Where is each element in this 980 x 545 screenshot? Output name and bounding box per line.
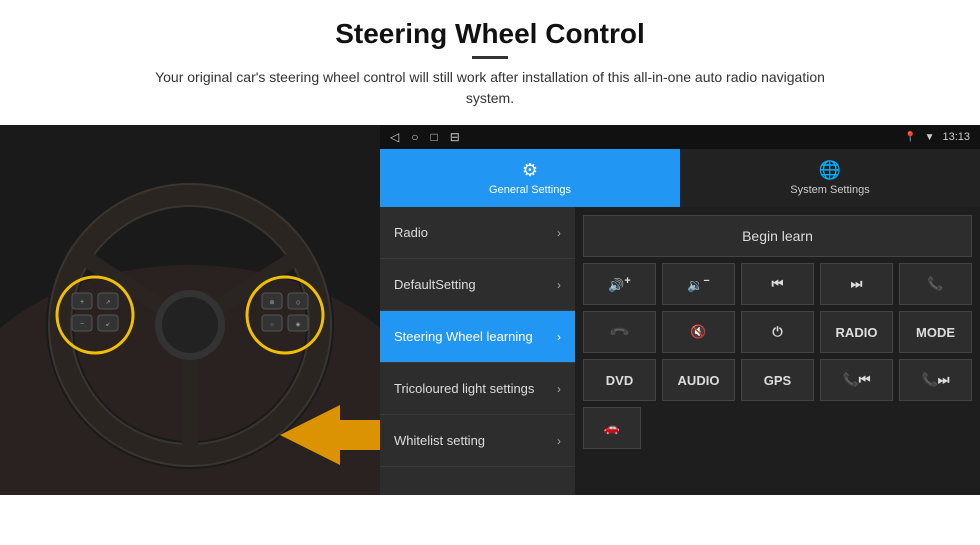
content-area: Radio › DefaultSetting › Steering Wheel … — [380, 207, 980, 495]
chevron-icon: › — [557, 278, 561, 292]
next-icon: ⏭ — [851, 276, 863, 292]
gps-label: GPS — [764, 373, 791, 388]
tabs-row: ⚙ General Settings 🌐 System Settings — [380, 149, 980, 207]
power-button[interactable]: ⏻ — [741, 311, 814, 353]
dvd-button[interactable]: DVD — [583, 359, 656, 401]
menu-item-radio[interactable]: Radio › — [380, 207, 575, 259]
menu-item-tricoloured[interactable]: Tricoloured light settings › — [380, 363, 575, 415]
dvd-label: DVD — [606, 373, 633, 388]
page-title: Steering Wheel Control — [0, 18, 980, 50]
mute-button[interactable]: 🔇 — [662, 311, 735, 353]
tel-next-button[interactable]: 📞⏭ — [899, 359, 972, 401]
tab-system-label: System Settings — [790, 184, 869, 196]
tel-prev-button[interactable]: 📞⏮ — [820, 359, 893, 401]
system-settings-icon: 🌐 — [819, 160, 841, 181]
home-icon[interactable]: ○ — [411, 130, 418, 144]
vol-up-button[interactable]: 🔊+ — [583, 263, 656, 305]
vol-down-button[interactable]: 🔉− — [662, 263, 735, 305]
page-subtitle: Your original car's steering wheel contr… — [140, 67, 840, 109]
chevron-icon: › — [557, 434, 561, 448]
status-time: 13:13 — [942, 131, 970, 143]
steering-wheel-image: + ↗ − ↙ ⊕ ◇ ○ ◈ — [0, 125, 380, 495]
tab-general-label: General Settings — [489, 184, 571, 196]
whitelist-icon-button[interactable]: 🚗 — [583, 407, 641, 449]
radio-label: RADIO — [836, 325, 878, 340]
location-icon: 📍 — [904, 132, 916, 143]
ctrl-row-2: 📞 🔇 ⏻ RADIO MODE — [583, 311, 972, 353]
page-header: Steering Wheel Control Your original car… — [0, 0, 980, 115]
menu-item-whitelist[interactable]: Whitelist setting › — [380, 415, 575, 467]
tel-next-icon: 📞⏭ — [922, 372, 950, 388]
android-ui: ◁ ○ □ ⊟ 📍 ▼ 13:13 ⚙ General Settings 🌐 S… — [380, 125, 980, 495]
svg-text:↙: ↙ — [105, 322, 110, 328]
vol-down-icon: 🔉− — [687, 275, 710, 293]
svg-text:⊕: ⊕ — [269, 300, 274, 306]
back-icon[interactable]: ◁ — [390, 130, 399, 144]
ctrl-row-1: 🔊+ 🔉− ⏮ ⏭ 📞 — [583, 263, 972, 305]
status-bar-right: 📍 ▼ 13:13 — [904, 131, 970, 143]
menu-list: Radio › DefaultSetting › Steering Wheel … — [380, 207, 575, 495]
ctrl-row-4: 🚗 — [583, 407, 972, 449]
svg-text:↗: ↗ — [105, 300, 110, 306]
svg-text:○: ○ — [270, 322, 274, 328]
tel-prev-icon: 📞⏮ — [843, 372, 871, 388]
svg-text:◈: ◈ — [296, 322, 301, 328]
gps-button[interactable]: GPS — [741, 359, 814, 401]
phone-answer-button[interactable]: 📞 — [899, 263, 972, 305]
ctrl-row-3: DVD AUDIO GPS 📞⏮ 📞⏭ — [583, 359, 972, 401]
menu-item-steering[interactable]: Steering Wheel learning › — [380, 311, 575, 363]
mode-button[interactable]: MODE — [899, 311, 972, 353]
wifi-icon: ▼ — [925, 132, 935, 143]
controls-panel: Begin learn 🔊+ 🔉− ⏮ ⏭ — [575, 207, 980, 495]
prev-track-button[interactable]: ⏮ — [741, 263, 814, 305]
audio-button[interactable]: AUDIO — [662, 359, 735, 401]
next-track-button[interactable]: ⏭ — [820, 263, 893, 305]
status-bar: ◁ ○ □ ⊟ 📍 ▼ 13:13 — [380, 125, 980, 149]
chevron-icon: › — [557, 226, 561, 240]
menu-item-default[interactable]: DefaultSetting › — [380, 259, 575, 311]
prev-icon: ⏮ — [772, 276, 784, 292]
begin-learn-button[interactable]: Begin learn — [583, 215, 972, 257]
hangup-icon: 📞 — [608, 321, 631, 344]
svg-text:◇: ◇ — [296, 300, 301, 306]
tab-general[interactable]: ⚙ General Settings — [380, 149, 680, 207]
svg-text:+: + — [80, 299, 84, 306]
begin-learn-row: Begin learn — [583, 215, 972, 257]
vol-up-icon: 🔊+ — [608, 275, 631, 293]
mode-label: MODE — [916, 325, 955, 340]
chevron-icon: › — [557, 382, 561, 396]
svg-text:−: − — [80, 321, 84, 328]
recents-icon[interactable]: □ — [430, 130, 437, 144]
audio-label: AUDIO — [678, 373, 720, 388]
divider — [472, 56, 508, 59]
general-settings-icon: ⚙ — [522, 160, 538, 181]
phone-icon: 📞 — [927, 276, 943, 292]
status-bar-nav: ◁ ○ □ ⊟ — [390, 130, 460, 144]
mute-icon: 🔇 — [690, 324, 706, 340]
power-icon: ⏻ — [772, 324, 782, 340]
radio-button[interactable]: RADIO — [820, 311, 893, 353]
menu-icon[interactable]: ⊟ — [450, 130, 460, 144]
main-content: + ↗ − ↙ ⊕ ◇ ○ ◈ ◁ ○ □ ⊟ — [0, 125, 980, 495]
chevron-icon: › — [557, 330, 561, 344]
car-whitelist-icon: 🚗 — [604, 420, 620, 436]
hangup-button[interactable]: 📞 — [583, 311, 656, 353]
tab-system[interactable]: 🌐 System Settings — [680, 149, 980, 207]
